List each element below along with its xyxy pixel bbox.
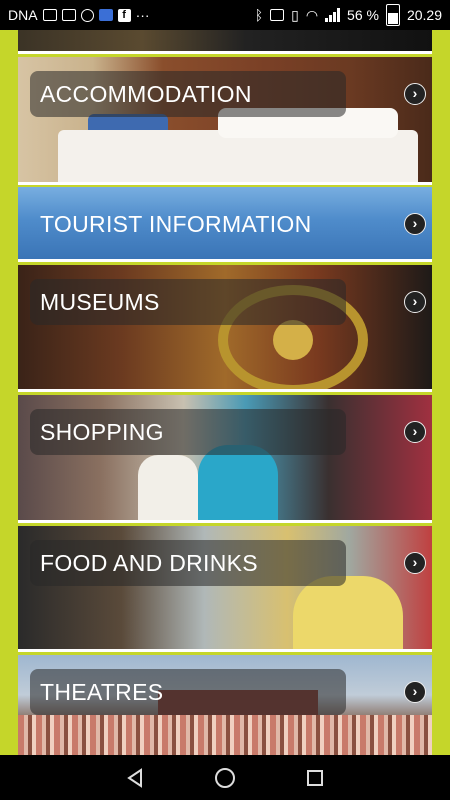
menu-item-label: SHOPPING [30, 409, 346, 455]
chevron-right-icon: › [404, 681, 426, 703]
shopper-image [198, 445, 278, 520]
vibrate-icon: ▯ [291, 6, 299, 23]
menu-item-label: TOURIST INFORMATION [40, 211, 312, 237]
battery-icon [385, 4, 400, 26]
wifi-icon: ◠ [305, 6, 319, 23]
carrier-label: DNA [8, 7, 38, 23]
battery-percent: 56 % [347, 7, 379, 23]
home-icon[interactable] [214, 767, 236, 789]
chevron-right-icon: › [404, 291, 426, 313]
status-left: DNA f ··· [8, 7, 150, 23]
menu-item-label: THEATRES [30, 669, 346, 715]
heart-notification-icon [42, 9, 57, 21]
facebook-notification-icon: f [117, 8, 131, 22]
menu-item-tourist-information[interactable]: TOURIST INFORMATION › [18, 187, 432, 262]
app-content: ACCOMMODATION › TOURIST INFORMATION › MU… [0, 30, 450, 755]
chevron-right-icon: › [404, 83, 426, 105]
back-icon[interactable] [125, 767, 145, 788]
diner-image [293, 576, 403, 649]
mannequin-image [138, 455, 198, 520]
chat-notification-icon [61, 9, 76, 21]
navigation-bar [0, 755, 450, 800]
clock-time: 20.29 [406, 7, 442, 23]
chevron-right-icon: › [404, 213, 426, 235]
menu-item-label: MUSEUMS [30, 279, 346, 325]
status-bar: DNA f ··· ᛒ ▯ ◠ 56 % 20.29 [0, 0, 450, 30]
app-notification-icon [98, 9, 113, 21]
menu-item-food-and-drinks[interactable]: FOOD AND DRINKS › [18, 526, 432, 652]
menu-item-shopping[interactable]: SHOPPING › [18, 395, 432, 523]
status-right: ᛒ ▯ ◠ 56 % 20.29 [255, 4, 442, 26]
menu-item-accommodation[interactable]: ACCOMMODATION › [18, 57, 432, 185]
bluetooth-icon: ᛒ [254, 7, 264, 23]
audience-image [18, 715, 432, 755]
recents-icon[interactable] [305, 768, 325, 788]
ship-wheel-hub-image [273, 320, 313, 360]
list-item-partial[interactable] [18, 30, 432, 54]
chevron-right-icon: › [404, 421, 426, 443]
more-notifications-icon: ··· [135, 7, 150, 23]
menu-item-label: FOOD AND DRINKS [30, 540, 346, 586]
nfc-icon [270, 9, 285, 21]
chevron-right-icon: › [404, 552, 426, 574]
clock-notification-icon [80, 8, 94, 22]
signal-icon [325, 8, 341, 22]
menu-item-label: ACCOMMODATION [30, 71, 346, 117]
menu-item-museums[interactable]: MUSEUMS › [18, 265, 432, 392]
menu-item-theatres[interactable]: THEATRES › [18, 655, 432, 755]
